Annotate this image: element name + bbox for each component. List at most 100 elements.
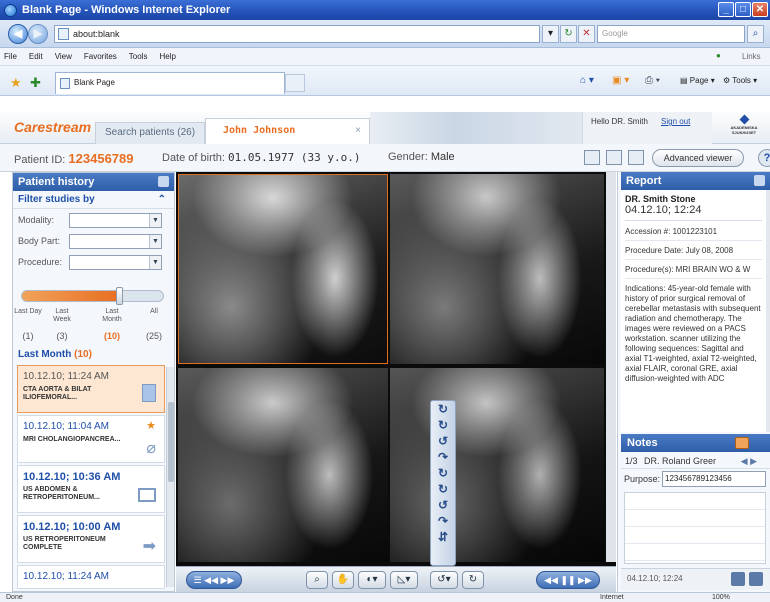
xray-image[interactable]: [390, 368, 604, 562]
pan-hand-icon[interactable]: ✋: [332, 571, 354, 589]
rotate-counterclockwise-icon[interactable]: ↺: [431, 433, 455, 449]
menu-file[interactable]: File: [4, 52, 17, 61]
filter-header[interactable]: Filter studies by ⌃: [13, 191, 174, 209]
advanced-viewer-button[interactable]: Advanced viewer: [652, 149, 744, 167]
purpose-field[interactable]: 123456789123456: [662, 471, 766, 487]
range-last-day[interactable]: Last Day: [13, 308, 43, 316]
xray-image[interactable]: [390, 174, 604, 364]
range-last-week[interactable]: Last Week: [47, 308, 77, 324]
maximize-button[interactable]: □: [735, 2, 751, 17]
zoom-icon[interactable]: ⌕: [306, 571, 328, 589]
measure-icon[interactable]: ◺▾: [390, 571, 418, 589]
page-menu-button[interactable]: ▤ Page ▾: [680, 76, 715, 85]
print-icon[interactable]: ⎙ ▾: [645, 75, 660, 86]
add-note-icon[interactable]: [735, 437, 749, 449]
forward-button[interactable]: ▶: [28, 24, 48, 44]
menu-favorites[interactable]: Favorites: [84, 52, 117, 61]
filter-procedure-select[interactable]: ▼: [69, 255, 162, 270]
user-greeting: Hello DR. Smith: [591, 117, 648, 126]
tools-menu-button[interactable]: ⚙ Tools ▾: [723, 76, 757, 85]
contrast-icon[interactable]: ◐▾: [358, 571, 386, 589]
xray-image[interactable]: [178, 174, 388, 364]
zoom-level[interactable]: 100%: [712, 593, 730, 602]
scrollbar-thumb[interactable]: [168, 402, 174, 482]
collapse-panel-icon[interactable]: [158, 176, 169, 187]
viewer-scrollbar[interactable]: [606, 172, 616, 562]
close-window-button[interactable]: ✕: [752, 2, 768, 17]
image-viewer[interactable]: ↻ ↻ ↺ ↷ ↻ ↻ ↺ ↷ ⇵ ☰ ◀◀ ▶▶ ⌕ ✋ ◐▾ ◺▾ ↺▾ ↻…: [176, 172, 616, 592]
sign-out-link[interactable]: Sign out: [661, 117, 690, 126]
arrow-right-icon[interactable]: ➡: [143, 536, 156, 556]
save-note-icon[interactable]: [731, 572, 745, 586]
chevron-down-icon[interactable]: ▼: [149, 235, 161, 248]
print-report-icon[interactable]: [606, 150, 622, 165]
flip-vertical-icon[interactable]: ⇵: [431, 529, 455, 545]
home-icon[interactable]: ⌂ ▾: [580, 75, 594, 86]
xray-image[interactable]: [178, 368, 388, 562]
history-scrollbar[interactable]: [166, 367, 174, 587]
minimize-button[interactable]: _: [718, 2, 734, 17]
report-scrollbar[interactable]: [766, 190, 770, 432]
flip-icon[interactable]: ↷: [431, 513, 455, 529]
filter-modality-select[interactable]: ▼: [69, 213, 162, 228]
rotate-clockwise-icon[interactable]: ↻: [431, 465, 455, 481]
address-dropdown-button[interactable]: ▾: [542, 25, 559, 43]
delete-note-icon[interactable]: [749, 572, 763, 586]
app-header: Carestream Search patients (26) John Joh…: [0, 112, 770, 144]
notes-prev-next-icon[interactable]: ◀ ▶: [741, 453, 757, 469]
favorites-star-icon[interactable]: ★: [10, 75, 22, 91]
rotate-counterclockwise-icon[interactable]: ↺: [431, 497, 455, 513]
new-tab-button[interactable]: [285, 74, 305, 92]
help-button[interactable]: ?: [758, 149, 770, 167]
feeds-icon[interactable]: ▣ ▾: [612, 75, 629, 86]
org-logo-icon: [739, 114, 749, 125]
save-icon[interactable]: [628, 150, 644, 165]
search-icon[interactable]: ⌕: [747, 25, 764, 43]
reset-icon[interactable]: ↻: [462, 571, 484, 589]
filter-bodypart-select[interactable]: ▼: [69, 234, 162, 249]
add-favorites-icon[interactable]: ✚: [30, 75, 41, 91]
report-procedure-date: Procedure Date: July 08, 2008: [625, 246, 762, 260]
tab-search-patients[interactable]: Search patients (26): [95, 122, 205, 144]
study-item[interactable]: 10.12.10; 11:24 AM: [17, 565, 165, 589]
chevron-up-icon[interactable]: ⌃: [158, 191, 166, 209]
group-heading: Last Month (10): [18, 349, 92, 360]
cine-controls-button[interactable]: ◀◀ ❚❚ ▶▶: [536, 571, 600, 589]
stop-icon[interactable]: ✕: [578, 25, 595, 43]
rotate-menu-icon[interactable]: ↺▾: [430, 571, 458, 589]
rotate-clockwise-icon[interactable]: ↻: [431, 481, 455, 497]
attachment-icon[interactable]: ⌀: [146, 438, 156, 458]
tab-patient[interactable]: John Johnson ×: [205, 118, 370, 144]
flip-icon[interactable]: ↷: [431, 449, 455, 465]
note-textarea[interactable]: [624, 492, 766, 564]
back-button[interactable]: ◀: [8, 24, 28, 44]
menu-edit[interactable]: Edit: [29, 52, 43, 61]
range-all[interactable]: All: [139, 308, 169, 316]
collapse-panel-icon[interactable]: [754, 175, 765, 186]
date-range-slider[interactable]: [21, 287, 164, 305]
study-item[interactable]: 10.12.10; 11:04 AM MRI CHOLANGIOPANCREA.…: [17, 415, 165, 463]
star-icon[interactable]: ★: [146, 419, 156, 432]
address-input[interactable]: about:blank: [54, 25, 540, 43]
chevron-down-icon[interactable]: ▼: [149, 214, 161, 227]
study-item[interactable]: 10.12.10; 10:00 AM US RETROPERITONEUM CO…: [17, 515, 165, 563]
slider-handle[interactable]: [115, 287, 123, 305]
rotate-clockwise-icon[interactable]: ↻: [431, 401, 455, 417]
patient-id-label: Patient ID:: [14, 154, 66, 166]
list-nav-button[interactable]: ☰ ◀◀ ▶▶: [186, 571, 242, 589]
menu-view[interactable]: View: [55, 52, 72, 61]
study-item[interactable]: 10.12.10; 11:24 AM CTA AORTA & BILAT ILI…: [17, 365, 165, 413]
search-input[interactable]: Google: [597, 25, 745, 43]
study-item[interactable]: 10.12.10; 10:36 AM US ABDOMEN & RETROPER…: [17, 465, 165, 513]
menu-tools[interactable]: Tools: [129, 52, 148, 61]
refresh-icon[interactable]: ↻: [560, 25, 577, 43]
filter-procedure: Procedure: ▼: [13, 254, 174, 272]
menu-help[interactable]: Help: [159, 52, 175, 61]
links-label[interactable]: Links: [742, 52, 761, 61]
layout-grid-icon[interactable]: [584, 150, 600, 165]
rotate-clockwise-icon[interactable]: ↻: [431, 417, 455, 433]
range-last-month[interactable]: Last Month: [97, 308, 127, 324]
chevron-down-icon[interactable]: ▼: [149, 256, 161, 269]
browser-tab[interactable]: Blank Page: [55, 72, 285, 94]
close-tab-icon[interactable]: ×: [355, 119, 361, 143]
